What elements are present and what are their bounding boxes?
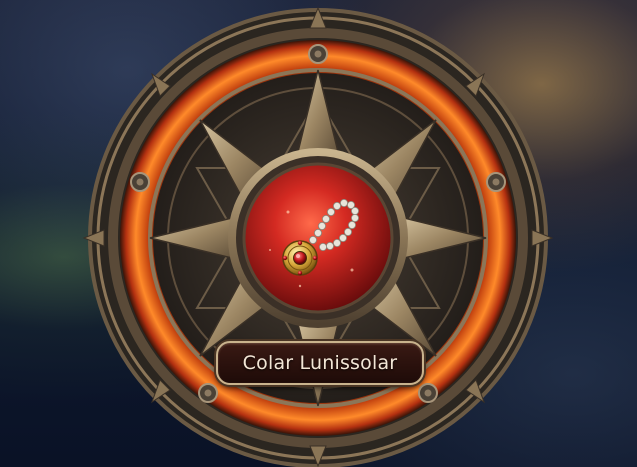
medallion	[242, 162, 394, 314]
item-name-plate: Colar Lunissolar	[216, 341, 424, 385]
celestial-wheel	[82, 6, 554, 467]
reward-scene: Colar Lunissolar	[0, 0, 637, 467]
item-name-label: Colar Lunissolar	[242, 352, 398, 374]
